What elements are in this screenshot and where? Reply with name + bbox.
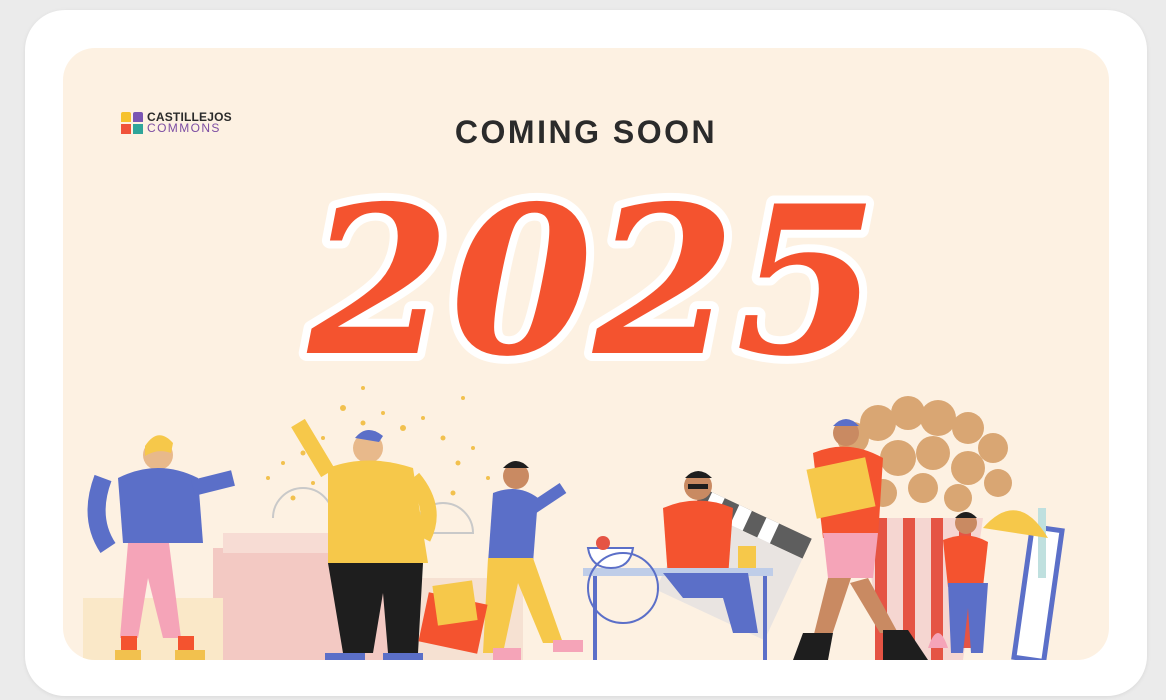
year-graphic: 2025 2025 [299,178,887,378]
shoppers-mall-scene-illustration [83,386,1065,660]
promo-card: CASTILLEJOS COMMONS COMING SOON 2025 202… [25,10,1147,696]
coming-soon-banner: CASTILLEJOS COMMONS COMING SOON 2025 202… [63,48,1109,660]
person-walking-with-bags [418,461,583,660]
year-text: 2025 [307,178,879,378]
coming-soon-heading: COMING SOON [454,114,718,150]
person-seated-at-table [583,471,773,660]
